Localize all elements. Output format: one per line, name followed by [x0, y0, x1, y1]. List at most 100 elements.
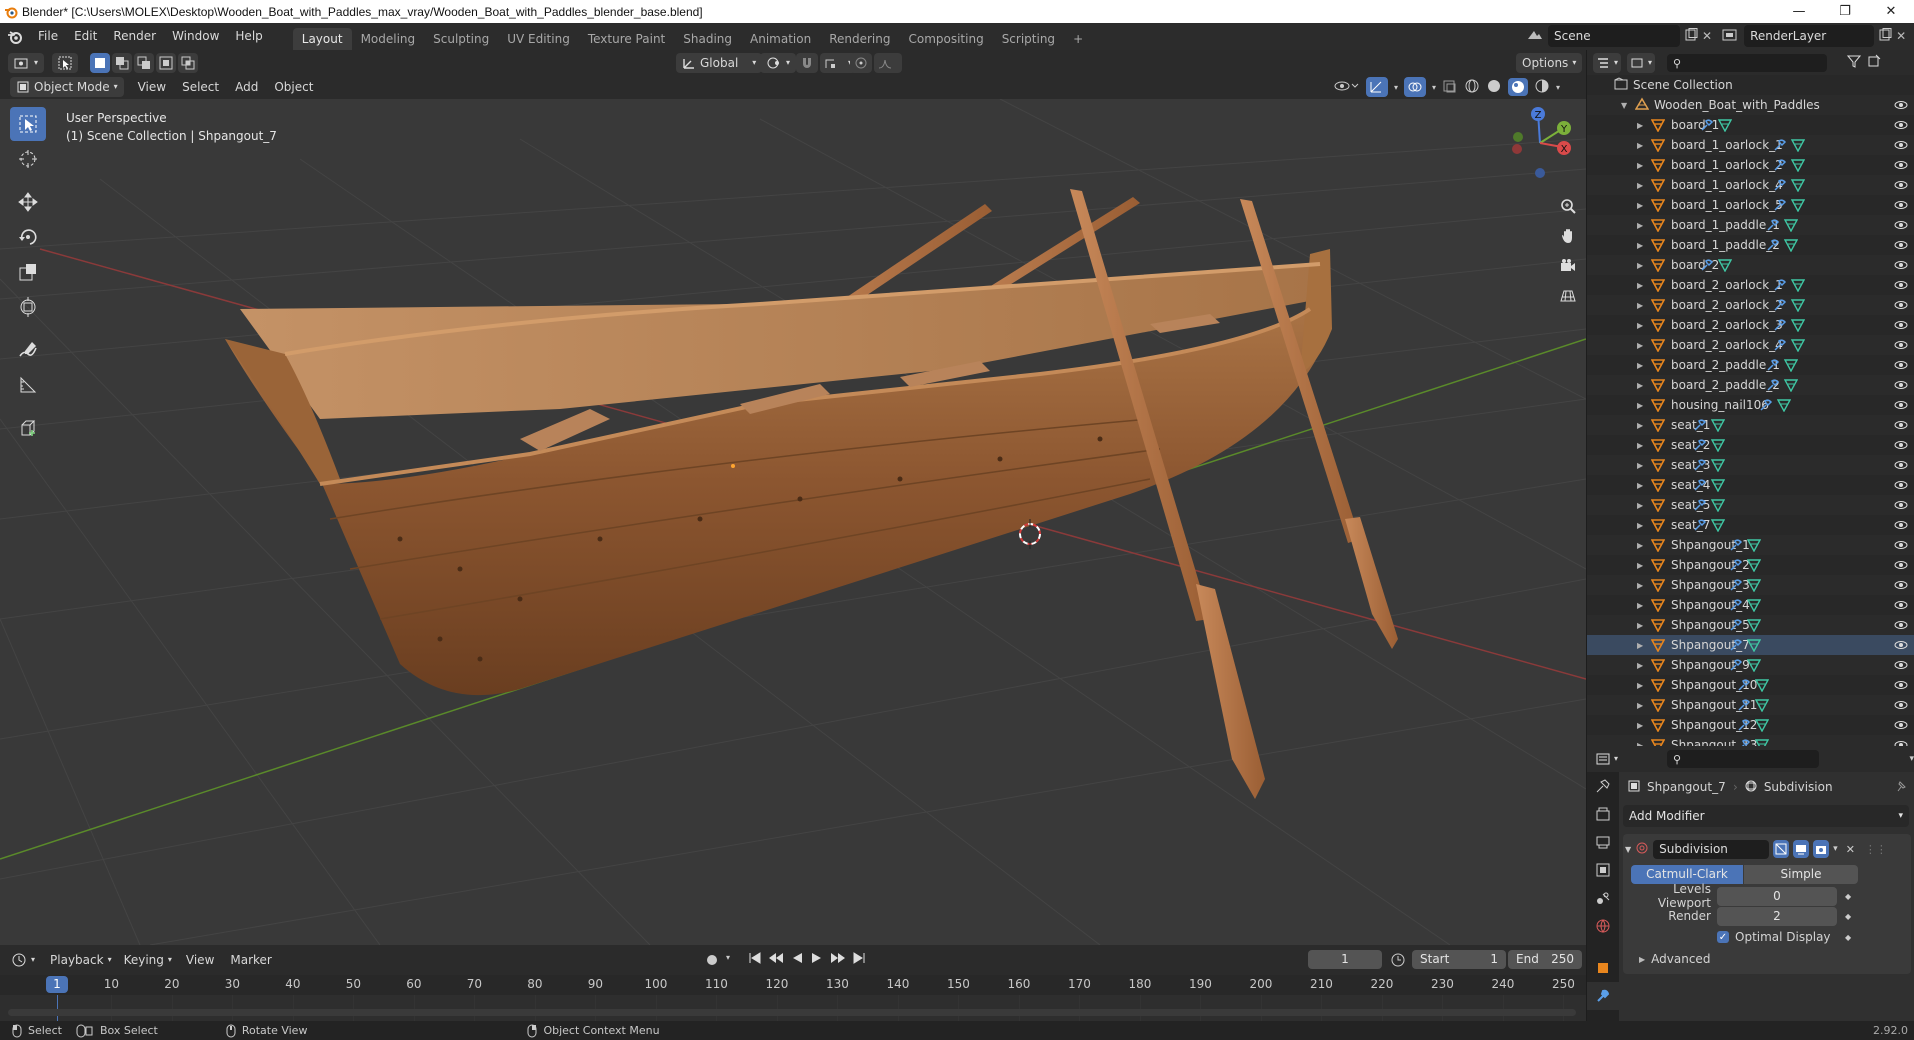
select-intersect-icon[interactable]	[178, 53, 198, 73]
visibility-eye-icon[interactable]	[1894, 638, 1908, 655]
object-expand-icon[interactable]: ▶	[1637, 341, 1647, 350]
object-expand-icon[interactable]: ▶	[1637, 201, 1647, 210]
gizmo-toggle-icon[interactable]	[1366, 77, 1388, 97]
object-expand-icon[interactable]: ▶	[1637, 581, 1647, 590]
visibility-eye-icon[interactable]	[1894, 598, 1908, 615]
tab-layout[interactable]: Layout	[292, 28, 352, 50]
scene-collection-row[interactable]: Scene Collection	[1587, 75, 1914, 95]
visibility-eye-icon[interactable]	[1894, 198, 1908, 215]
modifier-wrench-icon[interactable]	[1766, 218, 1780, 235]
object-expand-icon[interactable]: ▶	[1637, 301, 1647, 310]
collection-row[interactable]: ▼ Wooden_Boat_with_Paddles	[1587, 95, 1914, 115]
world-tab-icon[interactable]	[1587, 912, 1619, 940]
start-frame-field[interactable]: Start 1	[1412, 950, 1506, 969]
transform-orientation-dropdown[interactable]: Global ▾	[676, 53, 763, 73]
tab-scripting[interactable]: Scripting	[993, 28, 1064, 50]
measure-tool[interactable]	[10, 368, 46, 402]
mesh-data-icon[interactable]	[1710, 478, 1725, 495]
select-invert-icon[interactable]	[156, 53, 176, 73]
modifier-wrench-icon[interactable]	[1729, 558, 1743, 575]
outliner-object-row[interactable]: ▶ board_2_oarlock_2	[1587, 295, 1914, 315]
solid-shading-icon[interactable]	[1486, 78, 1502, 97]
visibility-eye-icon[interactable]	[1894, 378, 1908, 395]
render-layer-selector[interactable]: RenderLayer	[1744, 25, 1875, 47]
object-expand-icon[interactable]: ▶	[1637, 181, 1647, 190]
modifier-wrench-icon[interactable]	[1759, 398, 1773, 415]
outliner-object-row[interactable]: ▶ board_1	[1587, 115, 1914, 135]
transform-tool[interactable]	[10, 290, 46, 324]
tab-rendering[interactable]: Rendering	[820, 28, 899, 50]
visibility-eye-icon[interactable]	[1894, 158, 1908, 175]
timeline-ruler[interactable]: 10 20 30 40 50 60 70 80 90 100 110 120 130 140 150 160 1…	[0, 975, 1586, 1021]
tab-modeling[interactable]: Modeling	[352, 28, 425, 50]
modifiers-tab-icon[interactable]	[1587, 982, 1619, 1010]
visibility-eye-icon[interactable]	[1894, 278, 1908, 295]
playhead-frame-indicator[interactable]: 1	[46, 976, 68, 993]
timeline-editor-type-icon[interactable]: ▾	[8, 950, 38, 970]
mesh-data-icon[interactable]	[1790, 158, 1806, 175]
mesh-data-icon[interactable]	[1790, 198, 1806, 215]
outliner-object-row[interactable]: ▶ Shpangout_10	[1587, 675, 1914, 695]
outliner-object-row[interactable]: ▶ board_2_oarlock_1	[1587, 275, 1914, 295]
mesh-data-icon[interactable]	[1747, 578, 1762, 595]
modifier-wrench-icon[interactable]	[1729, 598, 1743, 615]
visibility-eye-icon[interactable]	[1894, 538, 1908, 555]
object-tab-icon[interactable]	[1587, 954, 1619, 982]
filter-icon[interactable]	[1846, 54, 1862, 71]
marker-menu[interactable]: Marker	[222, 948, 279, 972]
proportional-edit-icon[interactable]	[850, 53, 872, 73]
viewport-toggle-icon[interactable]	[1793, 840, 1810, 858]
delete-scene-icon[interactable]: ✕	[1702, 29, 1712, 43]
modifier-wrench-icon[interactable]	[1766, 238, 1780, 255]
advanced-subpanel-header[interactable]: ▶ Advanced	[1625, 948, 1907, 970]
outliner-object-row[interactable]: ▶ Shpangout_13	[1587, 735, 1914, 746]
object-expand-icon[interactable]: ▶	[1637, 641, 1647, 650]
tool-tab-icon[interactable]	[1587, 772, 1619, 800]
outliner-object-row[interactable]: ▶ Shpangout_1	[1587, 535, 1914, 555]
modifier-wrench-icon[interactable]	[1693, 478, 1707, 495]
mesh-data-icon[interactable]	[1790, 298, 1806, 315]
object-expand-icon[interactable]: ▶	[1637, 721, 1647, 730]
render-toggle-icon[interactable]	[1813, 840, 1830, 858]
animate-optimal-display-icon[interactable]: ◆	[1845, 933, 1851, 942]
zoom-view-icon[interactable]	[1555, 193, 1581, 219]
pin-icon[interactable]	[1895, 780, 1907, 795]
modifier-wrench-icon[interactable]	[1729, 618, 1743, 635]
outliner-search-input[interactable]: ⚲	[1667, 53, 1828, 72]
play-reverse-icon[interactable]	[790, 951, 804, 968]
object-expand-icon[interactable]: ▶	[1637, 221, 1647, 230]
mesh-data-icon[interactable]	[1747, 558, 1762, 575]
add-modifier-dropdown[interactable]: Add Modifier ▾	[1623, 805, 1909, 827]
menu-help[interactable]: Help	[227, 23, 270, 50]
visibility-eye-icon[interactable]	[1894, 178, 1908, 195]
minimize-button[interactable]: —	[1776, 0, 1822, 23]
menu-render[interactable]: Render	[105, 23, 164, 50]
object-expand-icon[interactable]: ▶	[1637, 501, 1647, 510]
mesh-data-icon[interactable]	[1747, 618, 1762, 635]
display-mode-icon[interactable]: ▾	[1627, 52, 1656, 73]
object-expand-icon[interactable]: ▶	[1637, 401, 1647, 410]
tab-texture-paint[interactable]: Texture Paint	[579, 28, 674, 50]
outliner-object-row[interactable]: ▶ Shpangout_9	[1587, 655, 1914, 675]
pan-view-icon[interactable]	[1555, 223, 1581, 249]
close-button[interactable]: ✕	[1868, 0, 1914, 23]
modifier-wrench-icon[interactable]	[1737, 738, 1751, 746]
object-expand-icon[interactable]: ▶	[1637, 141, 1647, 150]
object-expand-icon[interactable]: ▶	[1637, 241, 1647, 250]
timeline-scrollbar[interactable]	[8, 1009, 1576, 1016]
maximize-button[interactable]: ❐	[1822, 0, 1868, 23]
animate-levels-viewport-icon[interactable]: ◆	[1845, 892, 1851, 901]
object-expand-icon[interactable]: ▶	[1637, 441, 1647, 450]
jump-start-icon[interactable]	[748, 951, 762, 968]
mesh-data-icon[interactable]	[1754, 678, 1769, 695]
modifier-drag-handle-icon[interactable]: ⋮⋮	[1865, 843, 1887, 856]
object-expand-icon[interactable]: ▶	[1637, 621, 1647, 630]
object-expand-icon[interactable]: ▶	[1637, 281, 1647, 290]
visibility-eye-icon[interactable]	[1894, 518, 1908, 535]
object-expand-icon[interactable]: ▶	[1637, 321, 1647, 330]
mesh-data-icon[interactable]	[1710, 498, 1725, 515]
outliner-object-row[interactable]: ▶ Shpangout_2	[1587, 555, 1914, 575]
new-collection-icon[interactable]	[1867, 54, 1881, 71]
visibility-eye-icon[interactable]	[1894, 138, 1908, 155]
jump-keyframe-back-icon[interactable]	[768, 951, 784, 968]
